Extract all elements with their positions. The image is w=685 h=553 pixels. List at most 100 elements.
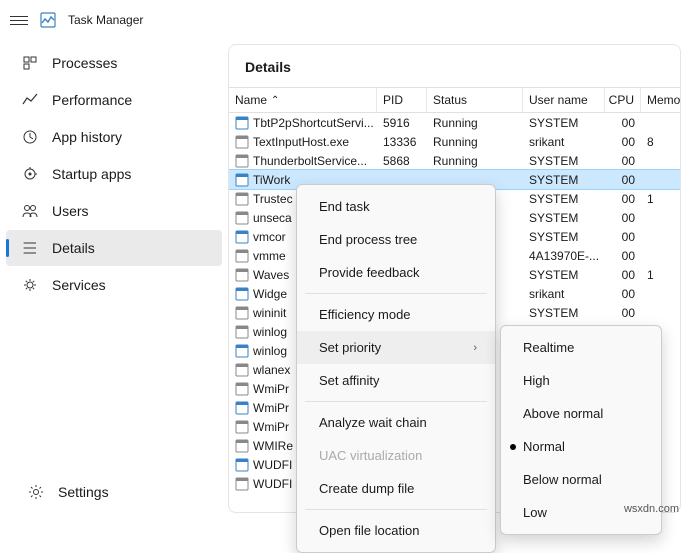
process-icon <box>235 249 249 263</box>
separator <box>305 293 487 294</box>
sidebar: Processes Performance App history Startu… <box>0 40 228 517</box>
table-row[interactable]: ThunderboltService...5868RunningSYSTEM00 <box>229 151 680 170</box>
process-icon <box>235 287 249 301</box>
cell-name: winlog <box>253 344 287 358</box>
nav-label: Processes <box>52 55 117 71</box>
cell-pid: 5916 <box>377 113 427 132</box>
cell-name: TbtP2pShortcutServi... <box>253 116 374 130</box>
nav-performance[interactable]: Performance <box>6 82 222 118</box>
cell-status: Running <box>427 113 523 132</box>
cell-name: WUDFI <box>253 477 292 491</box>
ctx-analyze[interactable]: Analyze wait chain <box>297 406 495 439</box>
cell-user: SYSTEM <box>523 265 605 284</box>
process-icon <box>235 325 249 339</box>
process-icon <box>235 268 249 282</box>
separator <box>305 509 487 510</box>
process-icon <box>235 154 249 168</box>
sort-indicator-icon: ⌃ <box>271 95 279 106</box>
cell-cpu: 00 <box>605 189 641 208</box>
nav-users[interactable]: Users <box>6 193 222 229</box>
process-icon <box>235 363 249 377</box>
table-header[interactable]: Name⌃ PID Status User name CPU Memo <box>229 87 680 113</box>
ctx-set-affinity[interactable]: Set affinity <box>297 364 495 397</box>
table-row[interactable]: TextInputHost.exe13336Runningsrikant008 <box>229 132 680 151</box>
priority-high[interactable]: High <box>501 364 661 397</box>
cell-name: winlog <box>253 325 287 339</box>
nav-app-history[interactable]: App history <box>6 119 222 155</box>
cell-user: SYSTEM <box>523 227 605 246</box>
cell-mem <box>641 246 680 265</box>
cell-status: Running <box>427 132 523 151</box>
nav-processes[interactable]: Processes <box>6 45 222 81</box>
nav-details[interactable]: Details <box>6 230 222 266</box>
hamburger-menu-button[interactable] <box>10 11 28 29</box>
cell-name: vmcor <box>253 230 286 244</box>
cell-name: wininit <box>253 306 286 320</box>
col-status[interactable]: Status <box>427 88 523 112</box>
cell-mem <box>641 227 680 246</box>
services-icon <box>22 277 38 293</box>
col-name[interactable]: Name⌃ <box>229 88 377 112</box>
process-icon <box>235 211 249 225</box>
cell-cpu: 00 <box>605 208 641 227</box>
nav-label: Startup apps <box>52 166 131 182</box>
cell-cpu: 00 <box>605 170 641 189</box>
processes-icon <box>22 55 38 71</box>
process-icon <box>235 477 249 491</box>
nav-label: App history <box>52 129 122 145</box>
cell-cpu: 00 <box>605 246 641 265</box>
ctx-end-task[interactable]: End task <box>297 190 495 223</box>
ctx-feedback[interactable]: Provide feedback <box>297 256 495 289</box>
titlebar: Task Manager <box>0 0 685 40</box>
nav-startup-apps[interactable]: Startup apps <box>6 156 222 192</box>
nav-list: Processes Performance App history Startu… <box>0 40 228 467</box>
table-row[interactable]: TbtP2pShortcutServi...5916RunningSYSTEM0… <box>229 113 680 132</box>
details-icon <box>22 240 38 256</box>
ctx-dump[interactable]: Create dump file <box>297 472 495 505</box>
cell-name: WmiPr <box>253 420 289 434</box>
ctx-uac: UAC virtualization <box>297 439 495 472</box>
ctx-open-location[interactable]: Open file location <box>297 514 495 547</box>
performance-icon <box>22 92 38 108</box>
cell-status: Running <box>427 151 523 170</box>
page-title: Details <box>229 45 680 87</box>
cell-cpu: 00 <box>605 227 641 246</box>
cell-name: WMIRe <box>253 439 293 453</box>
cell-cpu: 00 <box>605 113 641 132</box>
priority-below-normal[interactable]: Below normal <box>501 463 661 496</box>
nav-services[interactable]: Services <box>6 267 222 303</box>
ctx-efficiency[interactable]: Efficiency mode <box>297 298 495 331</box>
cell-cpu: 00 <box>605 132 641 151</box>
nav-label: Details <box>52 240 95 256</box>
cell-user: SYSTEM <box>523 151 605 170</box>
cell-pid: 13336 <box>377 132 427 151</box>
ctx-end-tree[interactable]: End process tree <box>297 223 495 256</box>
nav-label: Users <box>52 203 89 219</box>
selected-dot-icon <box>510 444 516 450</box>
priority-realtime[interactable]: Realtime <box>501 331 661 364</box>
cell-name: Waves <box>253 268 289 282</box>
col-user[interactable]: User name <box>523 88 605 112</box>
priority-normal[interactable]: Normal <box>501 430 661 463</box>
cell-cpu: 00 <box>605 151 641 170</box>
nav-settings[interactable]: Settings <box>12 474 216 510</box>
cell-cpu: 00 <box>605 265 641 284</box>
cell-pid: 5868 <box>377 151 427 170</box>
ctx-set-priority[interactable]: Set priority › <box>297 331 495 364</box>
cell-name: wlanex <box>253 363 290 377</box>
cell-name: WmiPr <box>253 401 289 415</box>
nav-label: Performance <box>52 92 132 108</box>
cell-name: vmme <box>253 249 286 263</box>
col-cpu[interactable]: CPU <box>605 88 641 112</box>
cell-name: WUDFI <box>253 458 292 472</box>
cell-name: WmiPr <box>253 382 289 396</box>
separator <box>305 401 487 402</box>
cell-user: SYSTEM <box>523 113 605 132</box>
col-pid[interactable]: PID <box>377 88 427 112</box>
priority-above-normal[interactable]: Above normal <box>501 397 661 430</box>
context-menu: End task End process tree Provide feedba… <box>296 184 496 553</box>
process-icon <box>235 135 249 149</box>
cell-user: SYSTEM <box>523 208 605 227</box>
cell-mem: 1 <box>641 265 680 284</box>
col-mem[interactable]: Memo <box>641 88 680 112</box>
